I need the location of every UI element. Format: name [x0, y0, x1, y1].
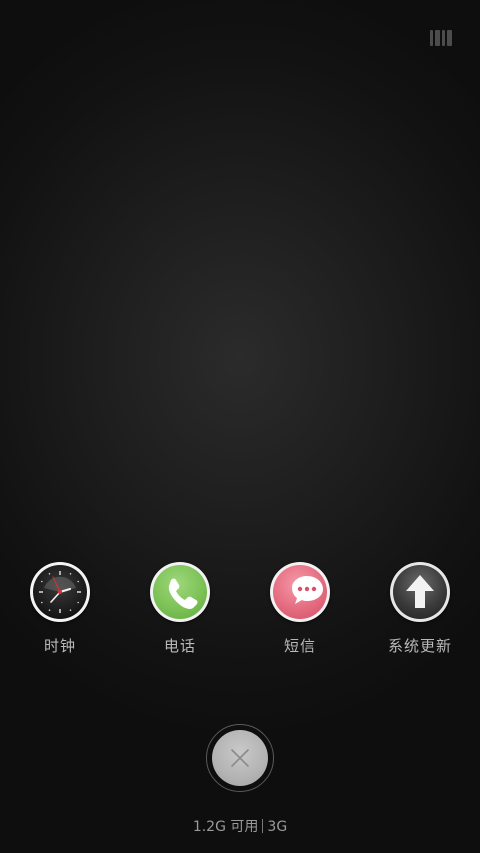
- memory-total: 3G: [267, 819, 288, 835]
- close-icon: [212, 730, 268, 786]
- recent-apps-list: 时钟 电话 短信 系统更新: [0, 562, 480, 662]
- recent-app-clock[interactable]: 时钟: [0, 562, 120, 656]
- app-label-system-update: 系统更新: [387, 637, 452, 655]
- clear-all-button[interactable]: [206, 724, 274, 792]
- sms-icon: [270, 562, 330, 622]
- app-label-phone: 电话: [163, 637, 196, 655]
- app-label-clock: 时钟: [43, 637, 76, 655]
- clock-icon: [30, 562, 90, 622]
- update-icon: [390, 562, 450, 622]
- recent-app-phone[interactable]: 电话: [120, 562, 240, 656]
- phone-icon: [150, 562, 210, 622]
- memory-separator: [262, 819, 264, 833]
- view-toggle-icon[interactable]: [430, 30, 452, 46]
- app-label-sms: 短信: [283, 637, 316, 655]
- recent-app-sms[interactable]: 短信: [240, 562, 360, 656]
- recent-apps-screen: 时钟 电话 短信 系统更新 1.2G 可用 3G: [0, 0, 480, 853]
- memory-status: 1.2G 可用 3G: [0, 816, 480, 836]
- recent-app-system-update[interactable]: 系统更新: [360, 562, 480, 656]
- memory-available: 1.2G 可用: [192, 819, 259, 835]
